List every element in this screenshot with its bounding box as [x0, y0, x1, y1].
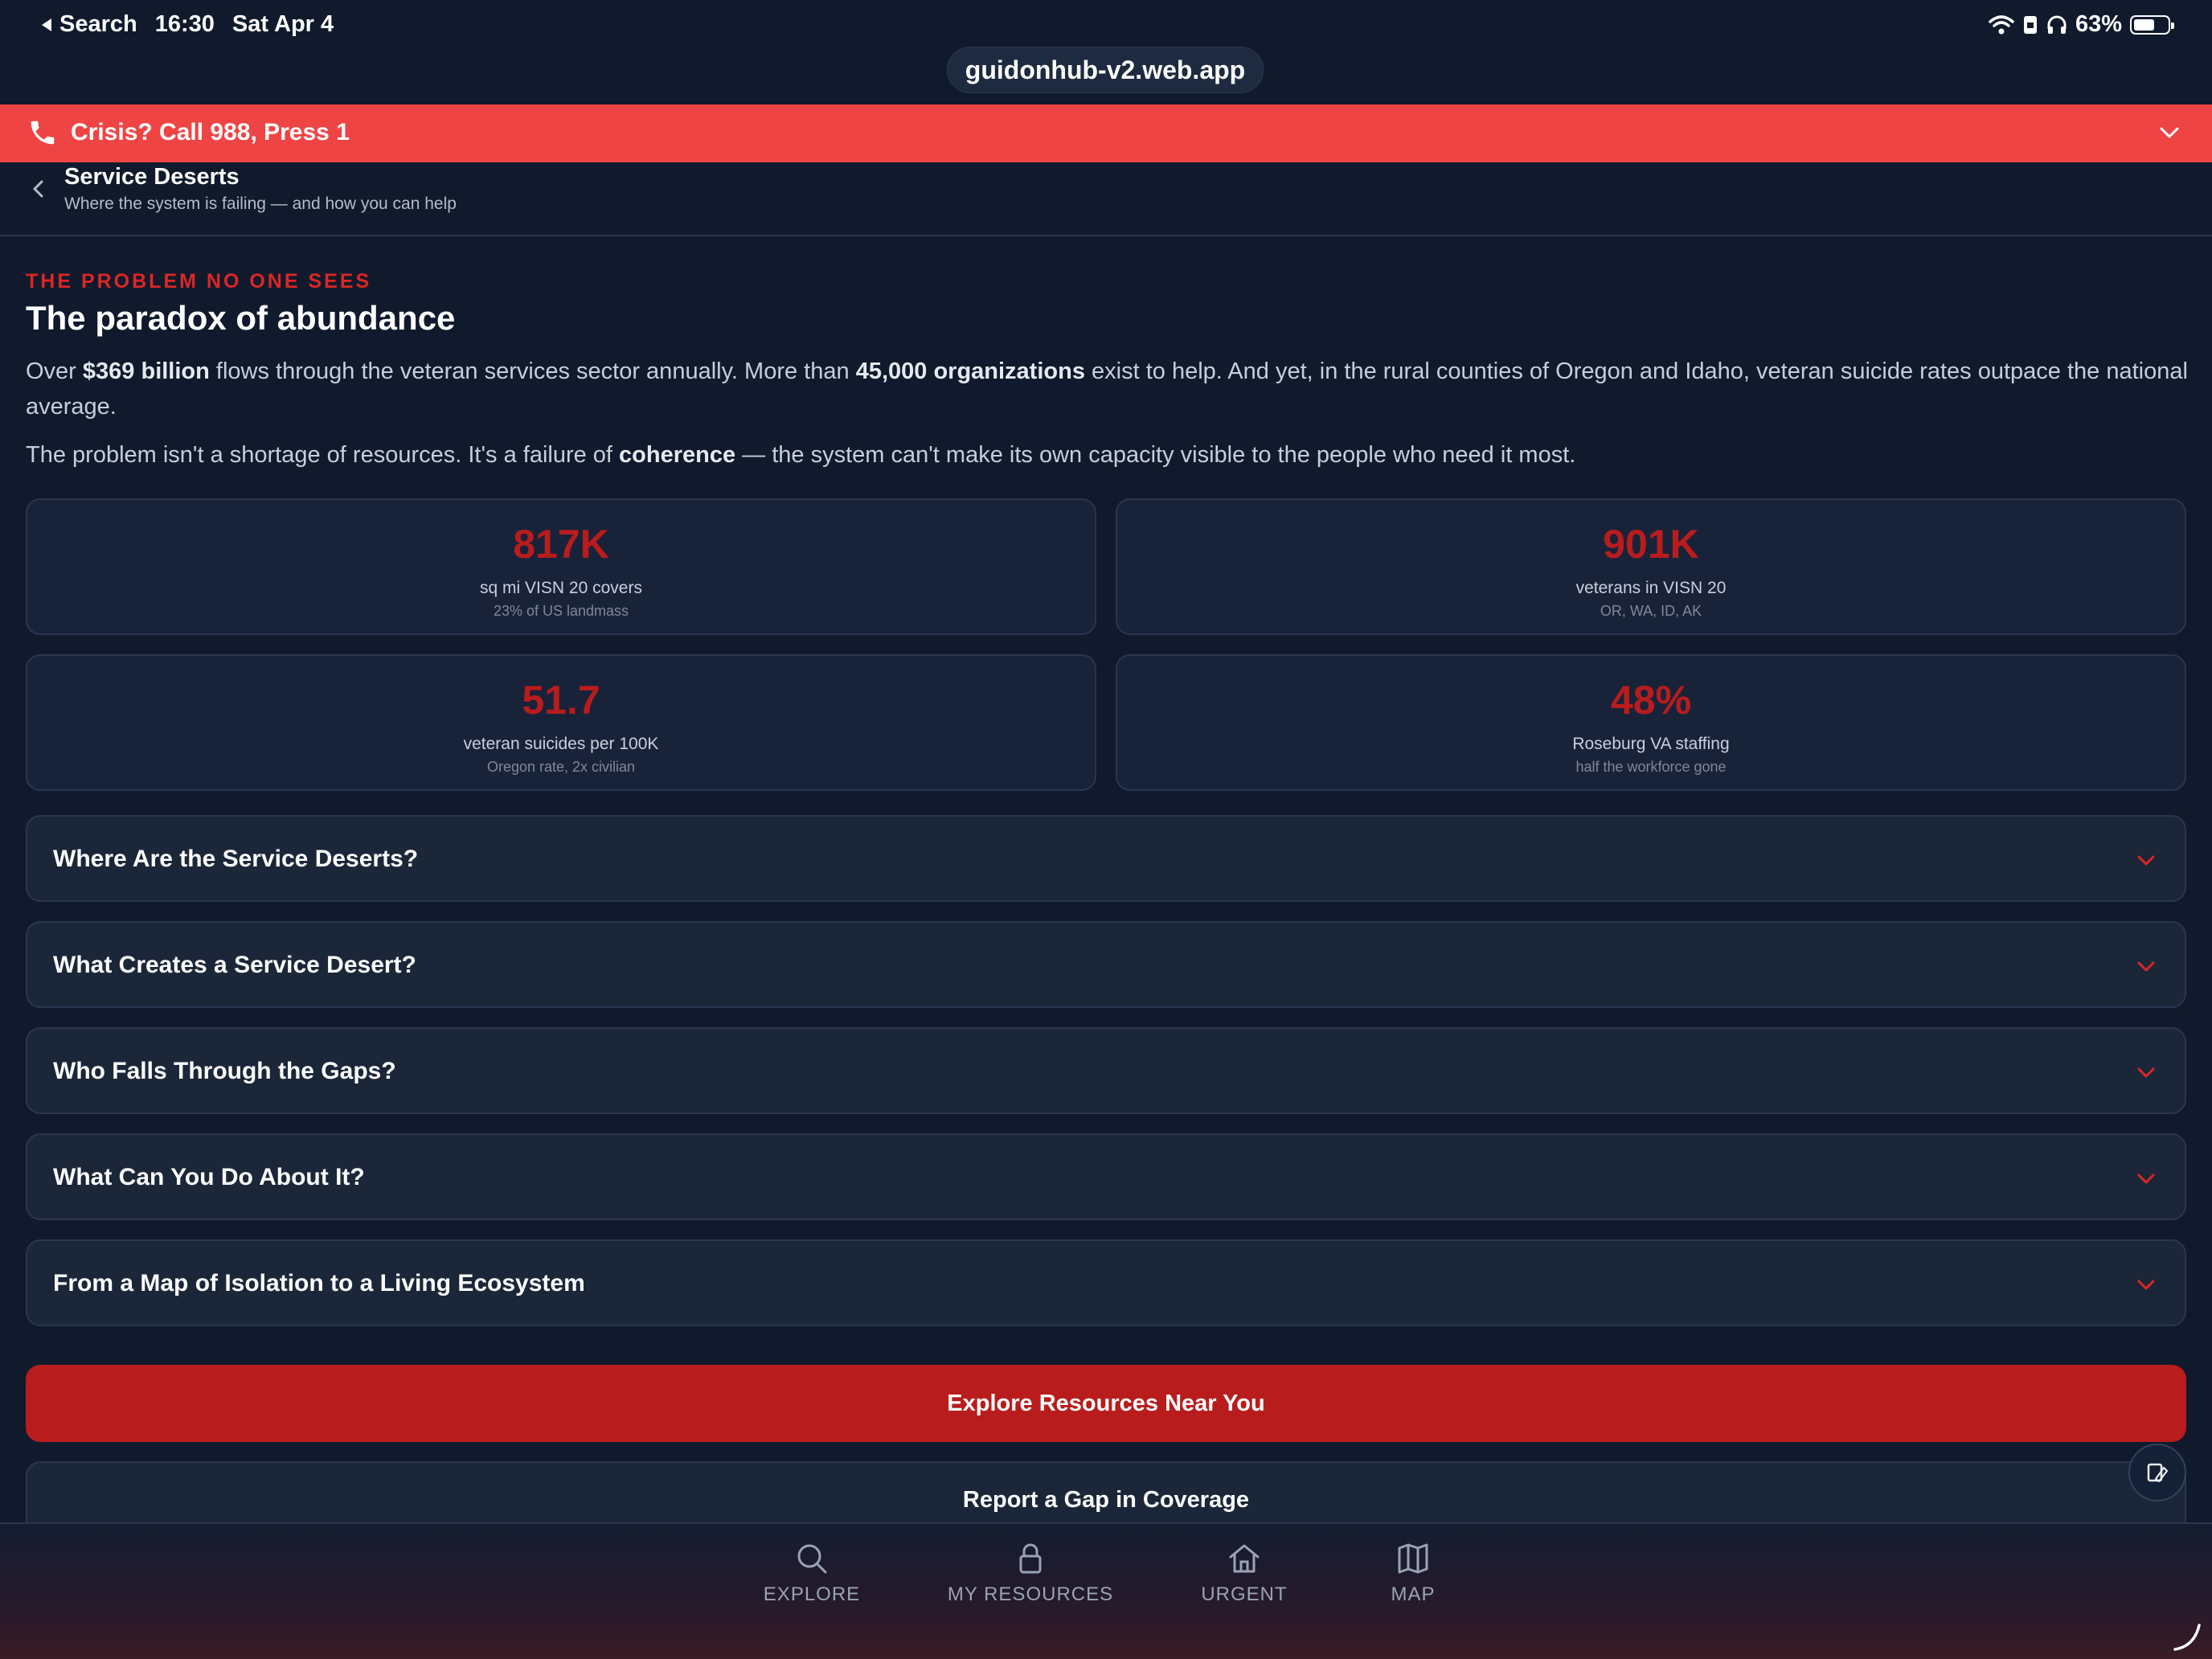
stat-label: sq mi VISN 20 covers — [480, 579, 642, 597]
status-time: 16:30 — [154, 11, 215, 37]
chevron-down-icon — [2137, 1067, 2155, 1078]
intro-paragraph-2: The problem isn't a shortage of resource… — [26, 442, 1576, 468]
stat-sublabel: half the workforce gone — [1575, 759, 1727, 775]
reader-icon — [2147, 1463, 2169, 1483]
stat-value: 817K — [513, 522, 609, 567]
stat-sublabel: 23% of US landmass — [493, 603, 629, 619]
map-icon — [1398, 1543, 1428, 1574]
chevron-down-icon — [2137, 855, 2155, 866]
phone-icon — [31, 121, 55, 145]
crisis-text: Crisis? Call 988, Press 1 — [71, 119, 350, 145]
search-icon — [797, 1544, 827, 1574]
lock-icon — [1019, 1543, 1042, 1574]
stat-label: veteran suicides per 100K — [463, 735, 659, 753]
tab-label: MAP — [1391, 1583, 1436, 1605]
back-chevron-icon[interactable] — [27, 177, 50, 201]
stat-card: 51.7 veteran suicides per 100K Oregon ra… — [26, 654, 1096, 791]
resize-corner-icon[interactable] — [2170, 1620, 2202, 1653]
chevron-down-icon[interactable] — [2157, 121, 2181, 145]
headphones-icon — [2047, 15, 2067, 34]
section-eyebrow: THE PROBLEM NO ONE SEES — [26, 270, 372, 293]
stat-value: 51.7 — [522, 678, 600, 723]
home-icon — [1229, 1544, 1260, 1573]
bottom-tab-bar: EXPLORE MY RESOURCES URGENT MAP — [0, 1522, 2212, 1659]
chevron-down-icon — [2137, 1280, 2155, 1290]
stat-label: veterans in VISN 20 — [1575, 579, 1727, 597]
page-subtitle: Where the system is failing — and how yo… — [64, 195, 457, 213]
stat-value: 48% — [1610, 678, 1692, 723]
accordion-title: From a Map of Isolation to a Living Ecos… — [53, 1270, 585, 1296]
section-heading: The paradox of abundance — [26, 299, 456, 337]
accordion-map-to-ecosystem[interactable]: From a Map of Isolation to a Living Ecos… — [26, 1239, 2186, 1326]
stat-card: 901K veterans in VISN 20 OR, WA, ID, AK — [1116, 498, 2186, 635]
back-triangle-icon — [42, 18, 51, 31]
chevron-down-icon — [2137, 961, 2155, 972]
accordion-service-deserts-where[interactable]: Where Are the Service Deserts? — [26, 815, 2186, 902]
report-gap-label: Report a Gap in Coverage — [962, 1487, 1250, 1513]
stat-sublabel: Oregon rate, 2x civilian — [486, 759, 636, 775]
chevron-down-icon — [2137, 1174, 2155, 1184]
stat-card: 817K sq mi VISN 20 covers 23% of US land… — [26, 498, 1096, 635]
accordion-title: Where Are the Service Deserts? — [53, 846, 419, 872]
accordion-title: What Can You Do About It? — [53, 1164, 365, 1190]
reader-mode-button[interactable] — [2128, 1444, 2186, 1501]
battery-percent: 63% — [2075, 11, 2122, 37]
tab-label: EXPLORE — [763, 1583, 861, 1605]
explore-resources-button[interactable]: Explore Resources Near You — [26, 1365, 2186, 1442]
stat-value: 901K — [1603, 522, 1699, 567]
accordion-title: What Creates a Service Desert? — [53, 952, 416, 978]
address-bar[interactable]: guidonhub-v2.web.app — [947, 47, 1264, 93]
status-bar: Search 16:30 Sat Apr 4 63% — [0, 0, 2212, 51]
tab-label: URGENT — [1201, 1583, 1288, 1605]
accordion-what-creates[interactable]: What Creates a Service Desert? — [26, 921, 2186, 1008]
accordion-what-can-you-do[interactable]: What Can You Do About It? — [26, 1133, 2186, 1220]
stat-label: Roseburg VA staffing — [1572, 735, 1730, 753]
accordion-title: Who Falls Through the Gaps? — [53, 1058, 396, 1084]
crisis-banner[interactable]: Crisis? Call 988, Press 1 — [0, 104, 2212, 162]
battery-icon — [2130, 14, 2174, 35]
tab-urgent[interactable]: URGENT — [1148, 1540, 1341, 1606]
page-title: Service Deserts — [64, 164, 240, 190]
url-text: guidonhub-v2.web.app — [965, 55, 1246, 84]
tab-explore[interactable]: EXPLORE — [715, 1540, 908, 1606]
status-date: Sat Apr 4 — [231, 11, 334, 37]
page-header: Service Deserts Where the system is fail… — [0, 162, 2212, 236]
stat-card: 48% Roseburg VA staffing half the workfo… — [1116, 654, 2186, 791]
intro-paragraph-1: Over $369 billion flows through the vete… — [26, 358, 2188, 420]
lock-rotation-icon — [2023, 15, 2037, 34]
back-to-search-button[interactable]: Search — [40, 11, 137, 38]
wifi-icon — [1989, 14, 2014, 34]
stat-sublabel: OR, WA, ID, AK — [1600, 603, 1702, 619]
tab-my-resources[interactable]: MY RESOURCES — [934, 1540, 1127, 1606]
back-label: Search — [59, 11, 137, 37]
tab-label: MY RESOURCES — [947, 1583, 1114, 1605]
tab-map[interactable]: MAP — [1317, 1540, 1509, 1606]
accordion-who-falls[interactable]: Who Falls Through the Gaps? — [26, 1027, 2186, 1114]
